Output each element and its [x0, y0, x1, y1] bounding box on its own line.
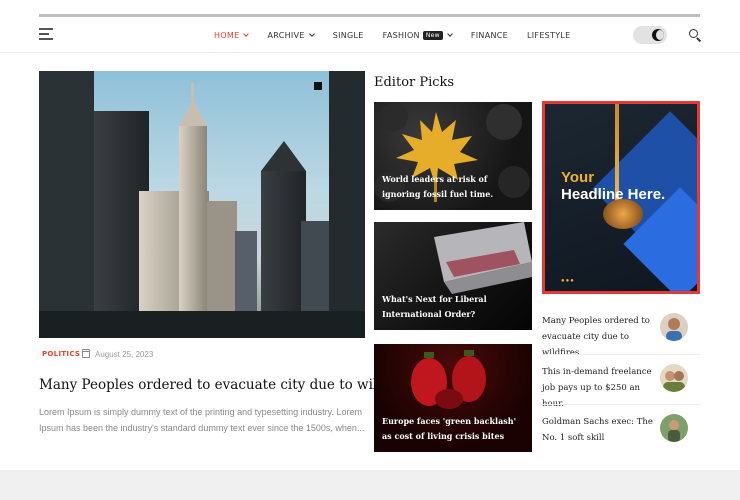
editor-card-title: Europe faces 'green backlash' as cost of… [382, 416, 517, 441]
editor-card[interactable]: World leaders at risk of ignoring fossil… [374, 102, 532, 210]
editor-card[interactable]: What's Next for Liberal International Or… [374, 222, 532, 330]
moon-icon [652, 29, 664, 41]
editor-card-title: What's Next for Liberal International Or… [382, 294, 487, 319]
chevron-down-icon [243, 30, 250, 37]
footer-band [0, 470, 740, 500]
search-icon[interactable] [689, 29, 701, 41]
header-divider [0, 52, 740, 53]
category-label[interactable]: POLITICS [42, 350, 80, 358]
post-date: August 25, 2023 [95, 350, 154, 359]
hero-excerpt: Lorem Ipsum is simply dummy text of the … [39, 407, 365, 433]
list-item[interactable]: This in-demand freelance job pays up to … [542, 364, 700, 409]
ad-headline-accent: Your [561, 169, 595, 186]
avatar [660, 313, 688, 341]
nav-finance[interactable]: FINANCE [471, 31, 508, 40]
list-divider [542, 404, 700, 405]
list-item[interactable]: Many Peoples ordered to evacuate city du… [542, 313, 700, 358]
chevron-down-icon [447, 30, 453, 37]
dark-mode-toggle[interactable] [633, 26, 667, 44]
ad-headline: Headline Here. [561, 186, 666, 203]
avatar [660, 414, 688, 442]
bookmark-icon[interactable] [314, 82, 322, 90]
nav-home[interactable]: HOME [214, 30, 250, 40]
nav-fashion[interactable]: FASHION New [383, 30, 453, 40]
top-border [39, 14, 700, 17]
main-nav: HOME ARCHIVE SINGLE FASHION New FINANCE L… [214, 18, 590, 52]
hero-image[interactable] [39, 71, 365, 338]
nav-lifestyle[interactable]: LIFESTYLE [527, 31, 571, 40]
nav-archive[interactable]: ARCHIVE [267, 30, 315, 40]
nav-single[interactable]: SINGLE [333, 31, 364, 40]
editor-card-title: World leaders at risk of ignoring fossil… [382, 174, 494, 199]
chevron-down-icon [308, 30, 315, 37]
list-divider [542, 354, 700, 355]
advertisement-banner[interactable]: Your Headline Here. ●●● [542, 101, 700, 294]
new-badge: New [422, 30, 443, 40]
site-header: HOME ARCHIVE SINGLE FASHION New FINANCE L… [0, 18, 740, 52]
avatar [660, 364, 688, 392]
glass-decoration [603, 199, 643, 229]
list-item[interactable]: Goldman Sachs exec: The No. 1 soft skill [542, 414, 700, 454]
list-item-title: Goldman Sachs exec: The No. 1 soft skill [542, 417, 653, 443]
city-skyline-illustration [39, 71, 365, 338]
ad-dots-decoration: ●●● [561, 278, 575, 284]
editor-card[interactable]: Europe faces 'green backlash' as cost of… [374, 344, 532, 452]
hero-title[interactable]: Many Peoples ordered to evacuate city du… [39, 377, 416, 393]
hamburger-menu-icon[interactable] [39, 28, 53, 40]
editor-picks-heading: Editor Picks [374, 75, 455, 90]
calendar-icon [82, 349, 90, 358]
